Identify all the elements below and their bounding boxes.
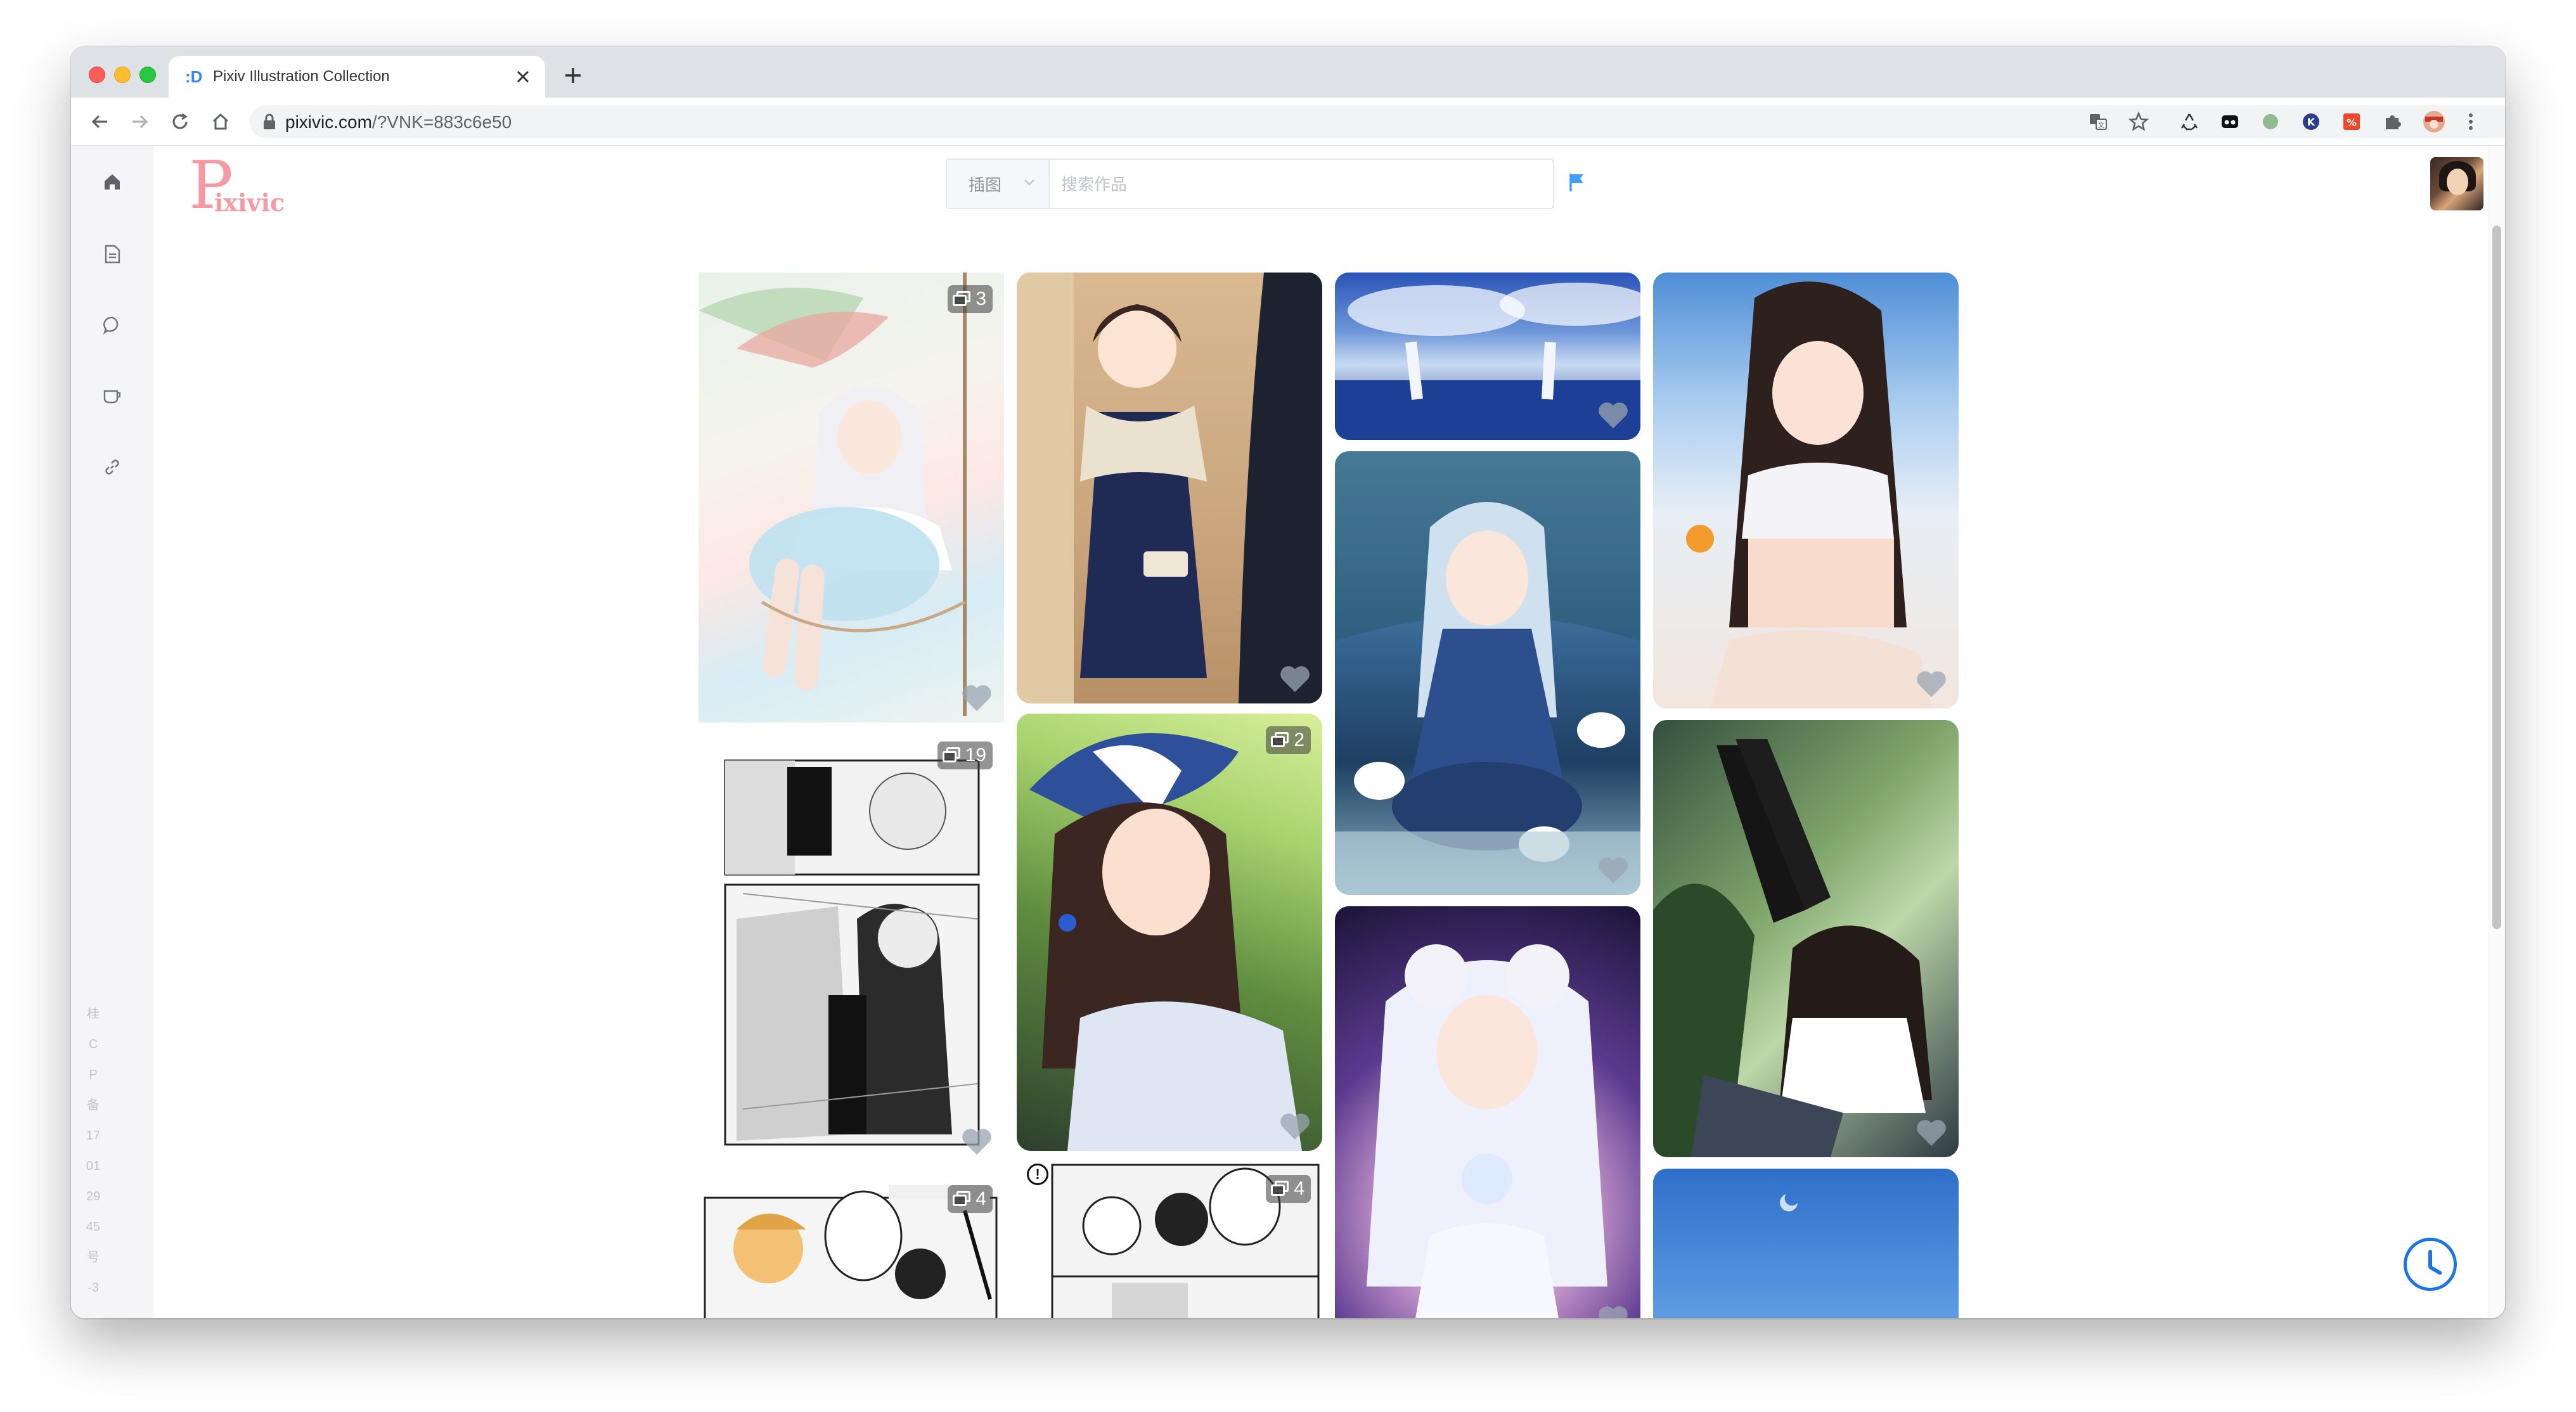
scrollbar-thumb[interactable]	[2492, 226, 2501, 929]
pages-icon	[1271, 1181, 1290, 1197]
sidebar-item-donate[interactable]	[98, 383, 127, 412]
illustration-card[interactable]	[1653, 1169, 1959, 1318]
manga-card[interactable]: 4	[699, 1172, 1004, 1318]
tab-pixiv[interactable]: :D Pixiv Illustration Collection	[169, 56, 545, 98]
close-window-button[interactable]	[89, 67, 105, 83]
green-dot-extension-icon[interactable]	[2257, 108, 2284, 136]
heart-icon[interactable]	[1597, 401, 1629, 430]
search-type-select[interactable]: 插图	[947, 160, 1050, 208]
page-count-badge: 2	[1266, 726, 1311, 754]
icp-line: 桂	[87, 1007, 100, 1021]
translate-icon[interactable]: 文	[2084, 108, 2112, 136]
heart-icon[interactable]	[1916, 1118, 1947, 1147]
pages-icon	[1271, 732, 1290, 748]
back-icon[interactable]	[86, 108, 114, 136]
sidebar-item-articles[interactable]	[98, 241, 127, 270]
page-viewport: 桂 C P 备 17 01 29 45 号 -3 P ixivic 插图 搜索作…	[71, 146, 2505, 1318]
pages-icon	[953, 291, 972, 307]
coffee-icon	[102, 386, 122, 409]
tab-close-icon[interactable]	[513, 67, 532, 86]
minimize-window-button[interactable]	[114, 67, 131, 83]
icp-line: 45	[86, 1220, 101, 1234]
heart-icon[interactable]	[961, 683, 993, 712]
percent-extension-icon[interactable]: %	[2338, 108, 2366, 136]
page-scrollbar[interactable]	[2489, 146, 2505, 1318]
sidebar-item-comments[interactable]	[98, 312, 127, 341]
home-icon	[102, 172, 122, 195]
icp-line: 01	[86, 1159, 101, 1173]
page-count-badge: 4	[948, 1185, 993, 1213]
svg-text:%: %	[2347, 117, 2357, 129]
home-button-icon[interactable]	[207, 108, 235, 136]
history-clock-button[interactable]	[2404, 1238, 2457, 1291]
search-bar: 插图	[946, 158, 1554, 209]
heart-icon[interactable]	[1597, 856, 1629, 885]
mask-extension-icon[interactable]	[2216, 108, 2244, 136]
pages-icon	[942, 747, 962, 764]
icp-footer: 桂 C P 备 17 01 29 45 号 -3	[71, 999, 153, 1303]
profile-avatar-icon[interactable]	[2420, 108, 2448, 136]
illustration-card[interactable]	[1335, 906, 1640, 1318]
page-count-badge: 19	[937, 741, 993, 769]
user-avatar[interactable]	[2430, 157, 2483, 210]
chat-icon	[102, 315, 122, 338]
page-count-badge: 3	[948, 285, 993, 313]
k-extension-icon[interactable]: K	[2297, 108, 2325, 136]
icp-line: -3	[87, 1281, 99, 1295]
heart-icon[interactable]	[961, 1127, 993, 1156]
search-input[interactable]	[1061, 174, 1543, 195]
heart-icon[interactable]	[1279, 664, 1311, 693]
manga-card[interactable]: 4	[1017, 1162, 1322, 1318]
illustration-card[interactable]	[1653, 273, 1959, 709]
browser-menu-icon[interactable]	[2457, 108, 2485, 136]
browser-toolbar: pixivic.com/?VNK=883c6e50 文 K %	[71, 98, 2505, 146]
flag-icon[interactable]	[1568, 172, 1586, 196]
illustration-card[interactable]	[1335, 273, 1640, 440]
illustration-card[interactable]	[1653, 720, 1959, 1157]
heart-icon[interactable]	[1916, 669, 1947, 698]
icp-line: 17	[86, 1129, 101, 1143]
pages-icon	[953, 1191, 972, 1207]
new-tab-button[interactable]	[559, 62, 587, 90]
icp-line: 号	[87, 1250, 100, 1264]
reload-icon[interactable]	[166, 108, 194, 136]
address-bar[interactable]: pixivic.com/?VNK=883c6e50	[250, 105, 2505, 138]
forward-icon[interactable]	[126, 108, 153, 136]
sidebar-item-home[interactable]	[98, 169, 127, 198]
illustration-card[interactable]: 2	[1017, 714, 1322, 1151]
page-count-badge: 4	[1266, 1175, 1311, 1203]
heart-icon[interactable]	[1279, 1112, 1311, 1141]
bookmark-star-icon[interactable]	[2125, 108, 2153, 136]
svg-text:文: 文	[2098, 120, 2105, 129]
sidebar: 桂 C P 备 17 01 29 45 号 -3	[71, 146, 153, 1318]
icp-line: 备	[87, 1098, 100, 1112]
manga-card[interactable]: 19	[699, 729, 1004, 1166]
url-text: pixivic.com/?VNK=883c6e50	[285, 112, 512, 132]
recycle-extension-icon[interactable]	[2175, 108, 2203, 136]
icp-line: P	[89, 1068, 98, 1082]
illustration-card[interactable]: 3	[699, 273, 1004, 722]
heart-icon[interactable]	[1597, 1304, 1629, 1318]
browser-window: :D Pixiv Illustration Collection pixivic…	[71, 47, 2505, 1318]
illustration-card[interactable]	[1335, 451, 1640, 895]
zoom-window-button[interactable]	[139, 67, 156, 83]
tab-title: Pixiv Illustration Collection	[213, 68, 390, 85]
chevron-down-icon	[1023, 178, 1036, 190]
svg-text:K: K	[2307, 116, 2315, 128]
logo-text: ixivic	[214, 188, 285, 217]
illustration-card[interactable]	[1017, 273, 1322, 703]
link-icon	[102, 457, 122, 480]
search-type-label: 插图	[969, 175, 1002, 195]
puzzle-extensions-icon[interactable]	[2378, 108, 2406, 136]
icp-line: C	[88, 1037, 98, 1051]
tab-strip: :D Pixiv Illustration Collection	[71, 47, 2505, 98]
document-icon	[103, 244, 122, 267]
icp-line: 29	[86, 1190, 101, 1203]
lock-icon	[262, 113, 276, 134]
tab-favicon-icon: :D	[185, 67, 203, 86]
sidebar-item-links[interactable]	[98, 454, 127, 483]
restricted-info-icon[interactable]: !	[1027, 1164, 1048, 1185]
